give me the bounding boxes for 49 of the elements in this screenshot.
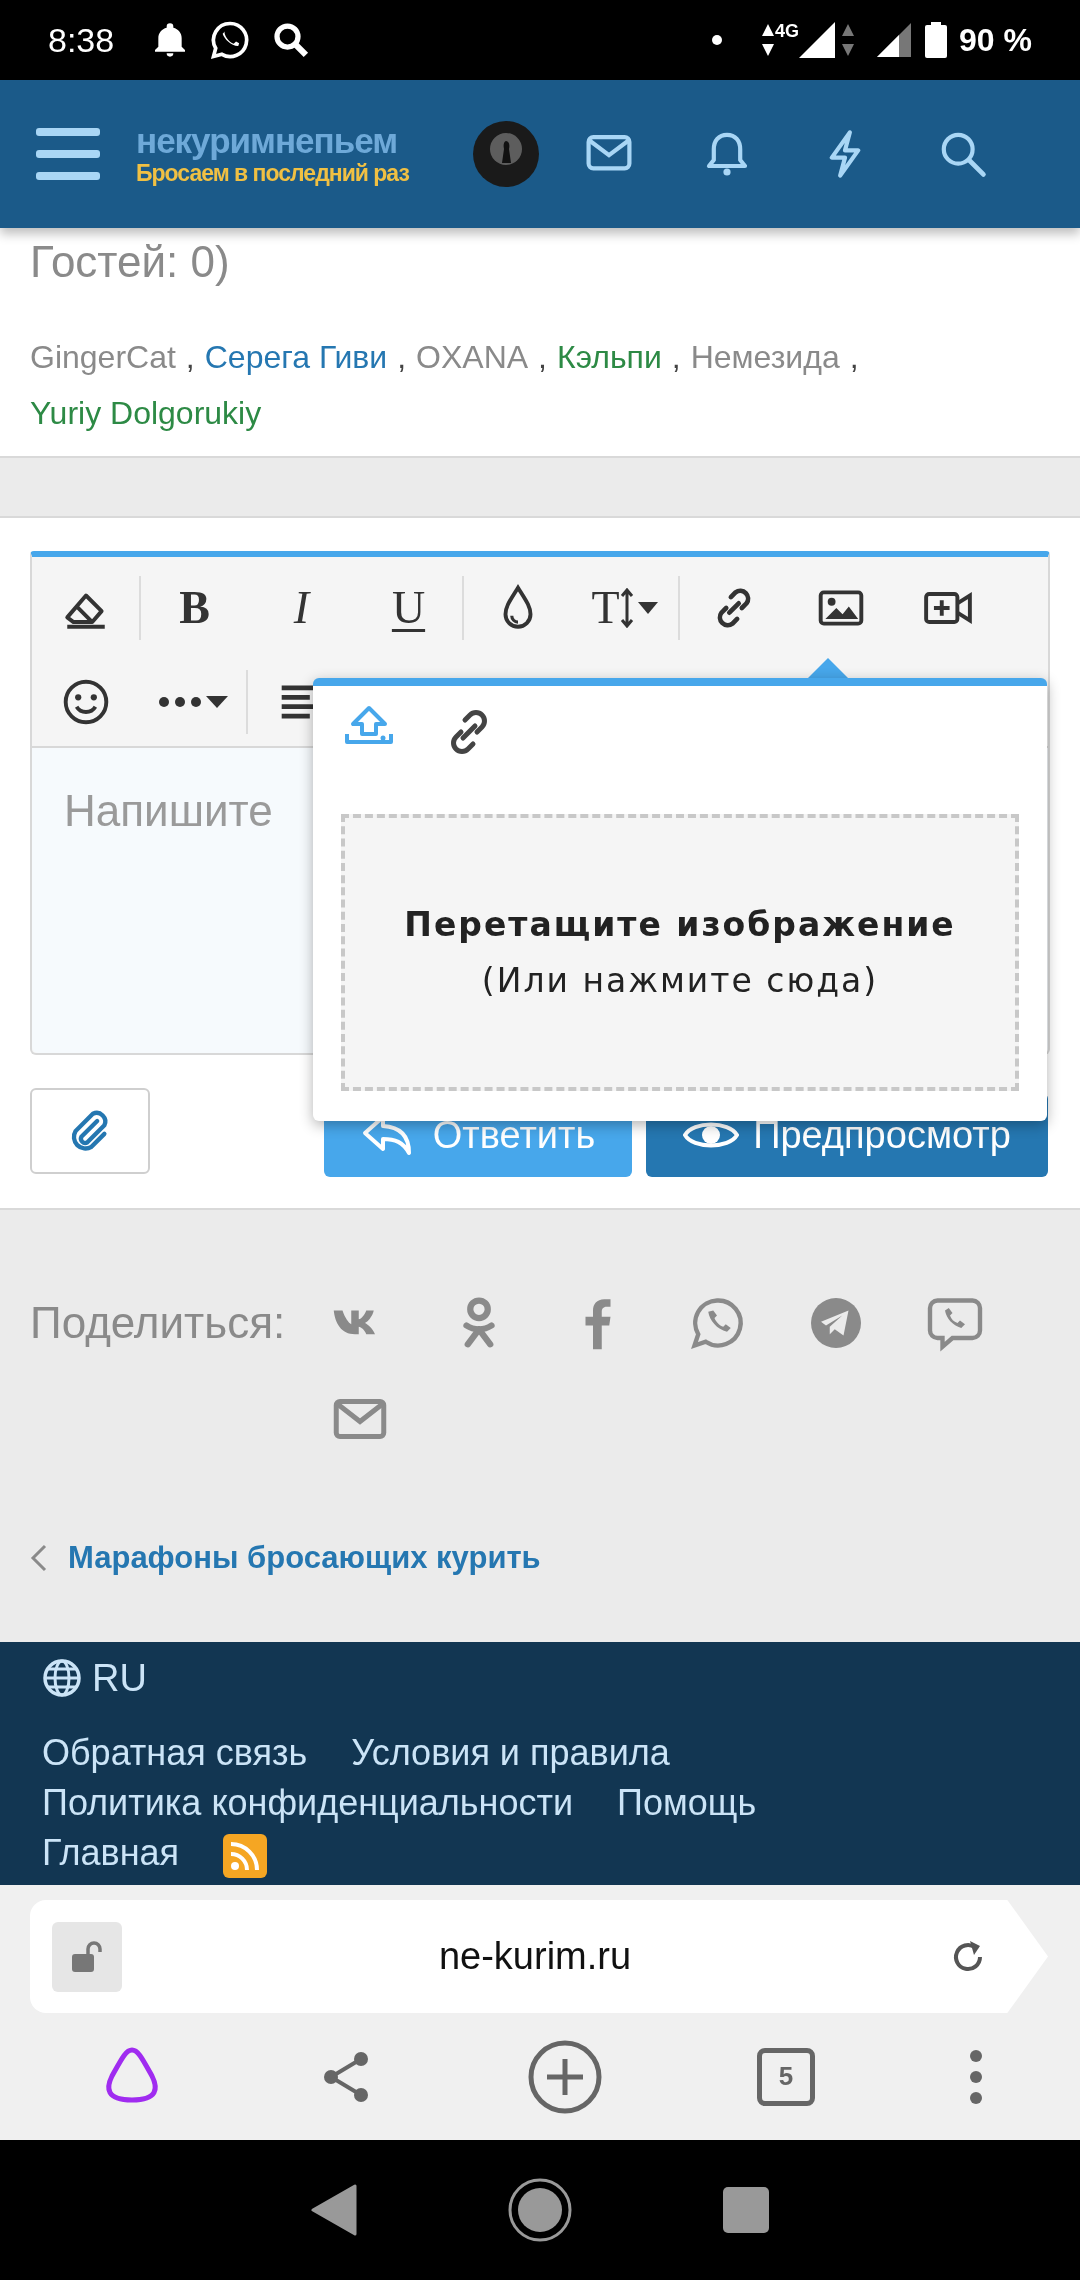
site-logo[interactable]: некуримнепьем Бросаем в последний раз [136,123,409,185]
signal-icon [877,23,912,57]
data-arrows-icon [841,23,856,57]
updown-arrow-icon [619,587,634,628]
drop-zone[interactable]: Перетащите изображение (Или нажмите сюда) [341,814,1019,1091]
separator: , [671,339,681,375]
caret-icon [205,696,228,708]
battery-icon [925,22,948,58]
breadcrumb-link[interactable]: Марафоны бросающих курить [68,1535,541,1582]
share-label: Поделиться: [30,1297,287,1349]
network-type: 4G [775,20,800,43]
more-button[interactable] [157,696,228,708]
address-bar[interactable]: ne-kurim.ru [30,1900,1048,2013]
clock: 8:38 [48,19,115,61]
bold-button[interactable]: B [179,584,210,631]
url-text: ne-kurim.ru [437,1934,633,1979]
new-tab-icon[interactable] [527,2038,603,2115]
user-link[interactable]: Кэльпи [557,339,662,375]
drop-hint: (Или нажмите сюда) [481,959,879,1002]
battery-level: 90 % [959,21,1032,60]
language-selector[interactable]: RU [42,1650,1038,1706]
dot-icon [711,34,724,46]
separator: , [538,339,547,375]
separator: , [185,339,195,375]
separator: , [849,339,859,375]
data-arrows-icon [761,23,776,57]
caret-icon [637,601,658,614]
globe-icon [42,1658,82,1698]
home-icon[interactable] [507,2177,573,2243]
padlock-icon [70,1939,104,1974]
lock-button[interactable] [52,1921,122,1992]
more-vertical-icon[interactable] [969,2048,983,2105]
rss-icon[interactable] [223,1834,268,1878]
underline-button[interactable]: U [391,584,426,631]
separator: , [397,339,407,375]
back-icon[interactable] [311,2184,357,2236]
guests-count: Гостей: 0) [30,236,231,288]
dots-icon [157,696,202,708]
attach-button[interactable] [30,1088,150,1174]
chevron-left-icon [30,1543,48,1574]
tab-count-button[interactable]: 5 [757,2047,815,2106]
drop-title: Перетащите изображение [404,903,956,946]
italic-button[interactable]: I [293,584,310,631]
font-size-button[interactable]: T [591,584,658,631]
user-link[interactable]: Yuriy Dolgorukiy [30,395,262,431]
user-link[interactable]: Серега Гиви [204,339,388,375]
menu-icon[interactable] [36,126,100,182]
avatar-icon[interactable] [472,121,539,187]
signal-icon [799,22,836,58]
